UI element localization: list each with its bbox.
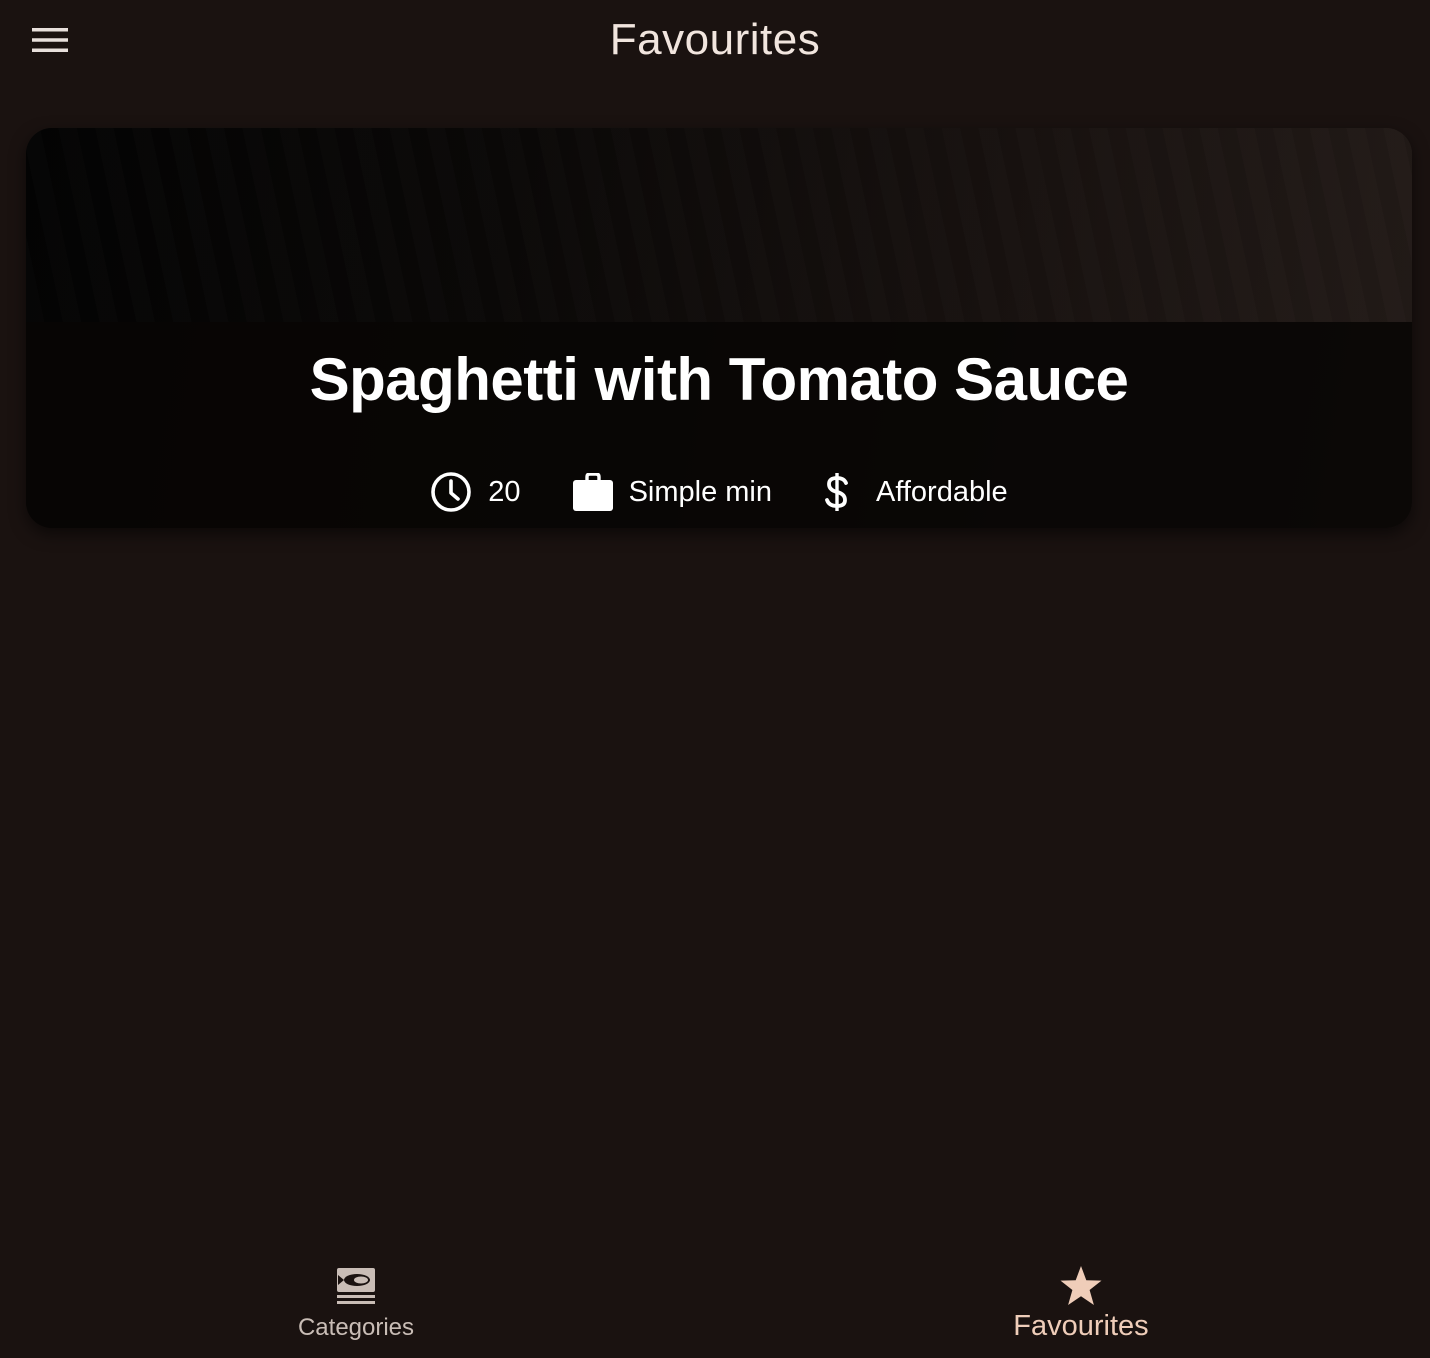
meal-meta-row: 20 Simple min Affordable — [26, 468, 1412, 516]
meal-affordability-label: Affordable — [876, 475, 1008, 508]
nav-item-categories[interactable]: Categories — [206, 1240, 506, 1358]
star-icon — [1059, 1266, 1103, 1306]
dollar-icon — [824, 472, 850, 512]
meal-complexity-label: Simple min — [628, 475, 772, 508]
clock-icon — [430, 471, 472, 513]
bottom-navigation-bar: Categories Favourites — [0, 1240, 1430, 1358]
meal-affordability: Affordable — [824, 472, 1008, 512]
nav-label-favourites: Favourites — [1013, 1310, 1149, 1342]
set-meal-icon — [335, 1266, 377, 1306]
meal-duration-value: 20 — [488, 475, 521, 508]
app-bar: Favourites — [0, 0, 1430, 82]
meal-card[interactable]: Spaghetti with Tomato Sauce 20 Simple mi… — [26, 128, 1412, 528]
nav-item-favourites[interactable]: Favourites — [931, 1240, 1231, 1358]
app-root: Favourites Spaghetti with Tomato Sauce 2… — [0, 0, 1430, 1358]
nav-label-categories: Categories — [297, 1314, 415, 1341]
page-title: Favourites — [609, 15, 821, 64]
meal-title: Spaghetti with Tomato Sauce — [309, 346, 1129, 413]
briefcase-icon — [572, 473, 613, 511]
meal-duration: 20 — [430, 471, 521, 513]
meal-complexity: Simple min — [572, 473, 772, 511]
meal-image — [26, 128, 1412, 322]
